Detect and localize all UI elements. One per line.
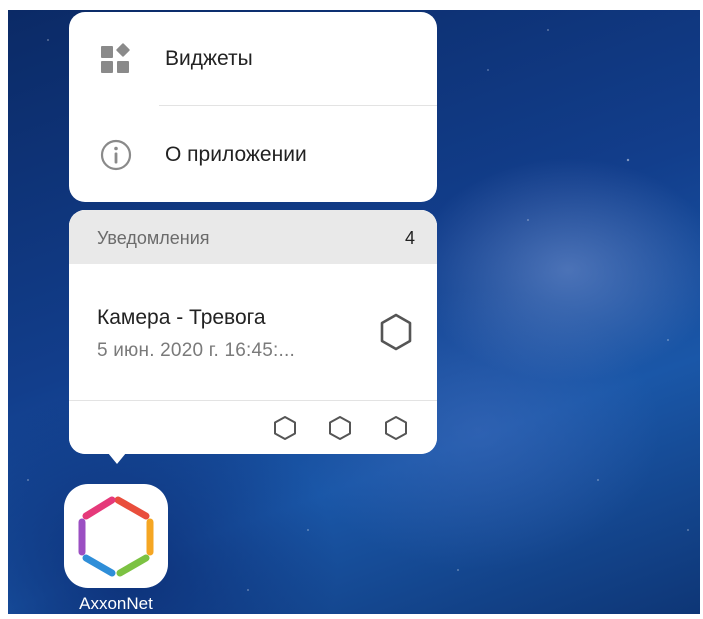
notifications-count: 4 [404,228,415,248]
notifications-header: Уведомления 4 [69,210,437,264]
notifications-panel: Уведомления 4 Камера - Тревога 5 июн. 20… [69,210,437,464]
notification-timestamp: 5 июн. 2020 г. 16:45:... [97,340,295,361]
menu-item-label: Виджеты [165,47,253,70]
app-label: AxxonNet [79,594,153,613]
popup-pointer [108,453,126,464]
app-shortcut-menu: Виджеты О приложении [69,12,437,202]
menu-item-about-app[interactable]: О приложении [69,108,437,202]
menu-divider [159,105,437,106]
notification-title: Камера - Тревога [97,306,266,329]
widgets-icon [101,43,130,73]
notifications-title: Уведомления [97,228,210,248]
hexagon-icon[interactable] [273,415,297,441]
hexagon-icon[interactable] [384,415,408,441]
hexagon-app-icon [380,313,412,351]
axxonnet-app-icon[interactable] [64,484,168,588]
hexagon-icon[interactable] [328,415,352,441]
notification-item[interactable]: Камера - Тревога 5 июн. 2020 г. 16:45:..… [69,264,437,400]
menu-item-label: О приложении [165,143,307,166]
menu-item-widgets[interactable]: Виджеты [69,12,437,106]
info-icon [100,139,132,171]
notifications-divider [69,400,437,401]
axxonnet-logo-icon [78,496,154,577]
